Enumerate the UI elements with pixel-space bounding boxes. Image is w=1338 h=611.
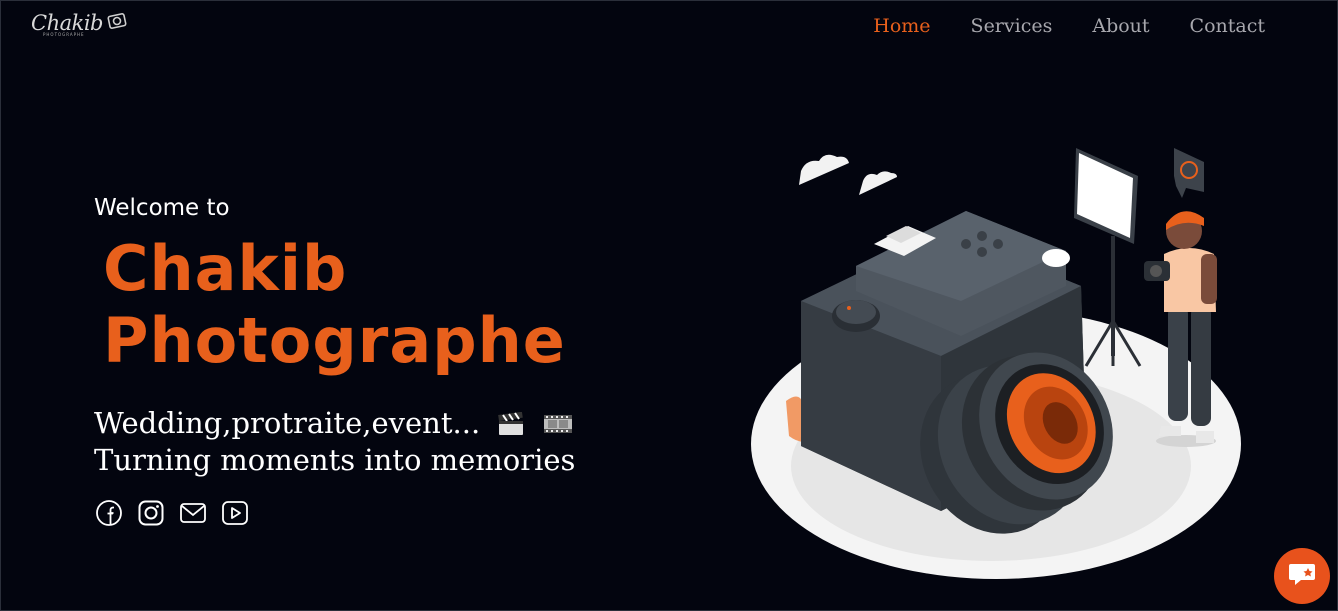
- social-links: [95, 499, 249, 527]
- hero-title: Chakib Photographe: [103, 233, 566, 377]
- film-strip-icon: [543, 408, 572, 433]
- logo-subtext: PHOTOGRAPHE: [43, 32, 85, 37]
- chat-button[interactable]: [1274, 548, 1330, 604]
- nav-home[interactable]: Home: [873, 15, 930, 37]
- page: Chakib PHOTOGRAPHE Home Services About C…: [0, 0, 1338, 611]
- tagline: Wedding,protraite,event... Turning momen…: [94, 405, 575, 479]
- facebook-icon[interactable]: [95, 499, 123, 527]
- tagline-line2: Turning moments into memories: [94, 443, 576, 477]
- logo-text: Chakib: [31, 11, 104, 35]
- camera-logo-icon: [107, 11, 127, 36]
- tagline-line1: Wedding,protraite,event...: [94, 406, 481, 440]
- nav-about[interactable]: About: [1092, 15, 1149, 37]
- mail-icon[interactable]: [179, 499, 207, 527]
- nav-services[interactable]: Services: [971, 15, 1053, 37]
- logo[interactable]: Chakib PHOTOGRAPHE: [31, 11, 127, 37]
- camera-illustration: [746, 126, 1246, 586]
- main-nav: Home Services About Contact: [873, 15, 1265, 37]
- hero-title-line1: Chakib: [103, 232, 348, 305]
- youtube-icon[interactable]: [221, 499, 249, 527]
- hero-title-line2: Photographe: [103, 304, 566, 377]
- chat-bubble-icon: [1287, 560, 1317, 593]
- clapper-board-icon: [497, 408, 525, 435]
- instagram-icon[interactable]: [137, 499, 165, 527]
- nav-contact[interactable]: Contact: [1190, 15, 1265, 37]
- welcome-text: Welcome to: [94, 195, 230, 221]
